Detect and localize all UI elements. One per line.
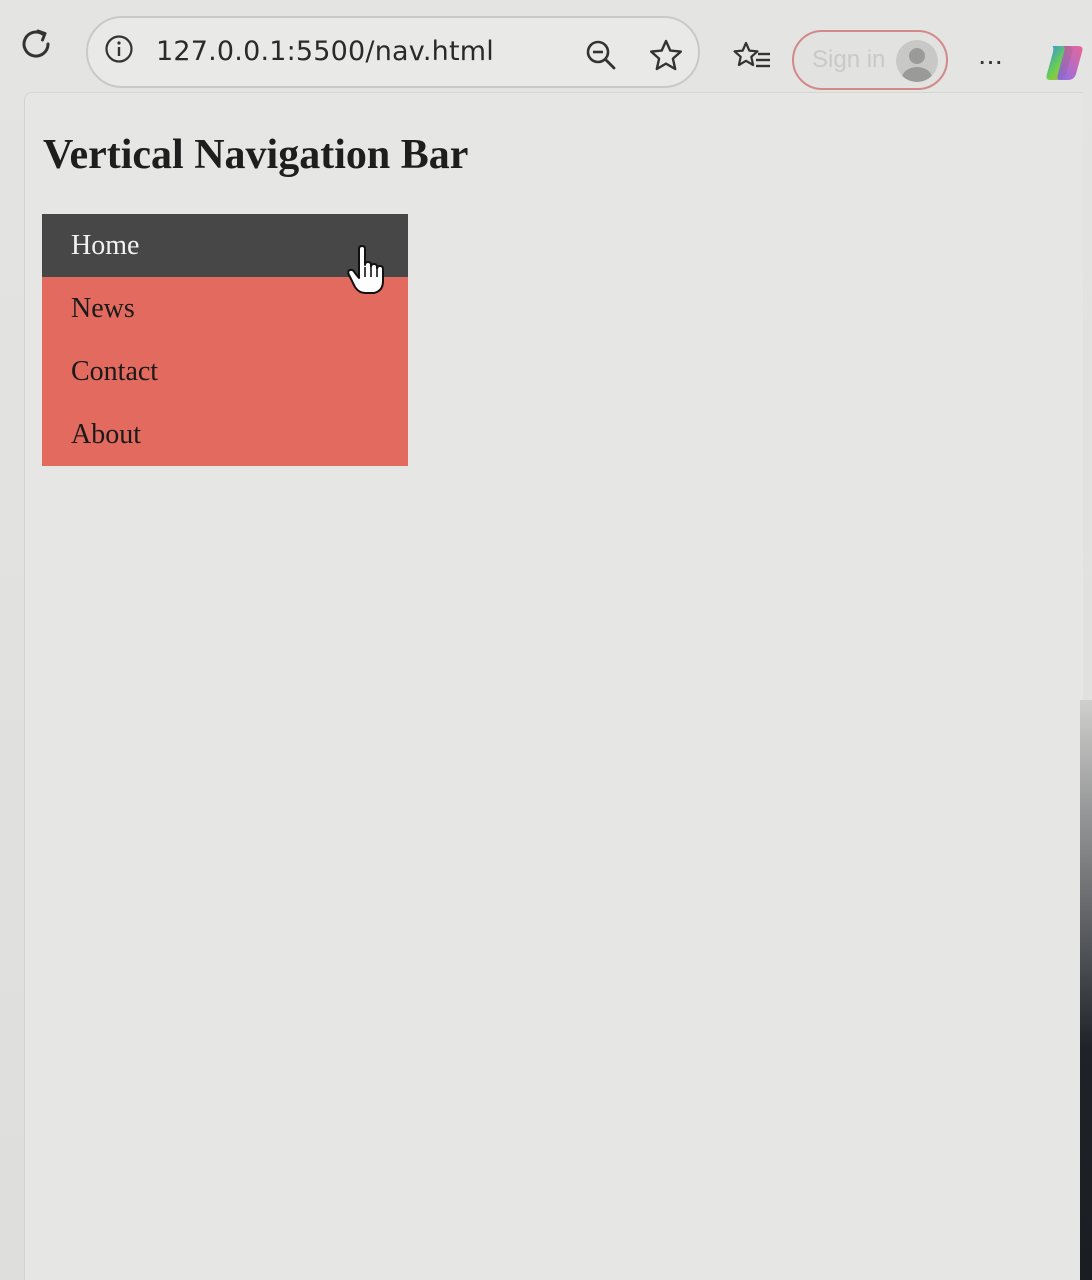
page-title: Vertical Navigation Bar	[43, 132, 469, 178]
nav-item-label: Home	[71, 229, 140, 261]
copilot-icon[interactable]	[1042, 40, 1088, 86]
nav-item-label: About	[71, 418, 141, 450]
nav-item-label: News	[71, 292, 135, 324]
hand-pointer-icon	[347, 245, 387, 295]
site-info-icon[interactable]	[104, 34, 134, 64]
page-viewport: Vertical Navigation Bar Home News Contac…	[24, 92, 1083, 1280]
sign-in-button[interactable]: Sign in	[792, 30, 948, 90]
url-text[interactable]: 127.0.0.1:5500/nav.html	[156, 36, 494, 67]
reload-icon[interactable]	[16, 24, 56, 64]
nav-item-contact[interactable]: Contact	[42, 340, 408, 403]
zoom-out-icon[interactable]	[584, 38, 618, 72]
browser-window: 127.0.0.1:5500/nav.html Sign in ··· Vert…	[0, 0, 1092, 1280]
favorite-star-icon[interactable]	[648, 38, 684, 74]
window-edge	[1080, 700, 1092, 1280]
sign-in-label: Sign in	[812, 46, 886, 73]
nav-item-label: Contact	[71, 355, 159, 387]
favorites-list-icon[interactable]	[732, 40, 772, 76]
profile-avatar-icon	[896, 40, 938, 82]
address-bar[interactable]: 127.0.0.1:5500/nav.html	[86, 16, 700, 88]
nav-item-about[interactable]: About	[42, 403, 408, 466]
more-options-icon[interactable]: ···	[972, 46, 1008, 76]
browser-toolbar: 127.0.0.1:5500/nav.html Sign in ···	[0, 0, 1092, 100]
